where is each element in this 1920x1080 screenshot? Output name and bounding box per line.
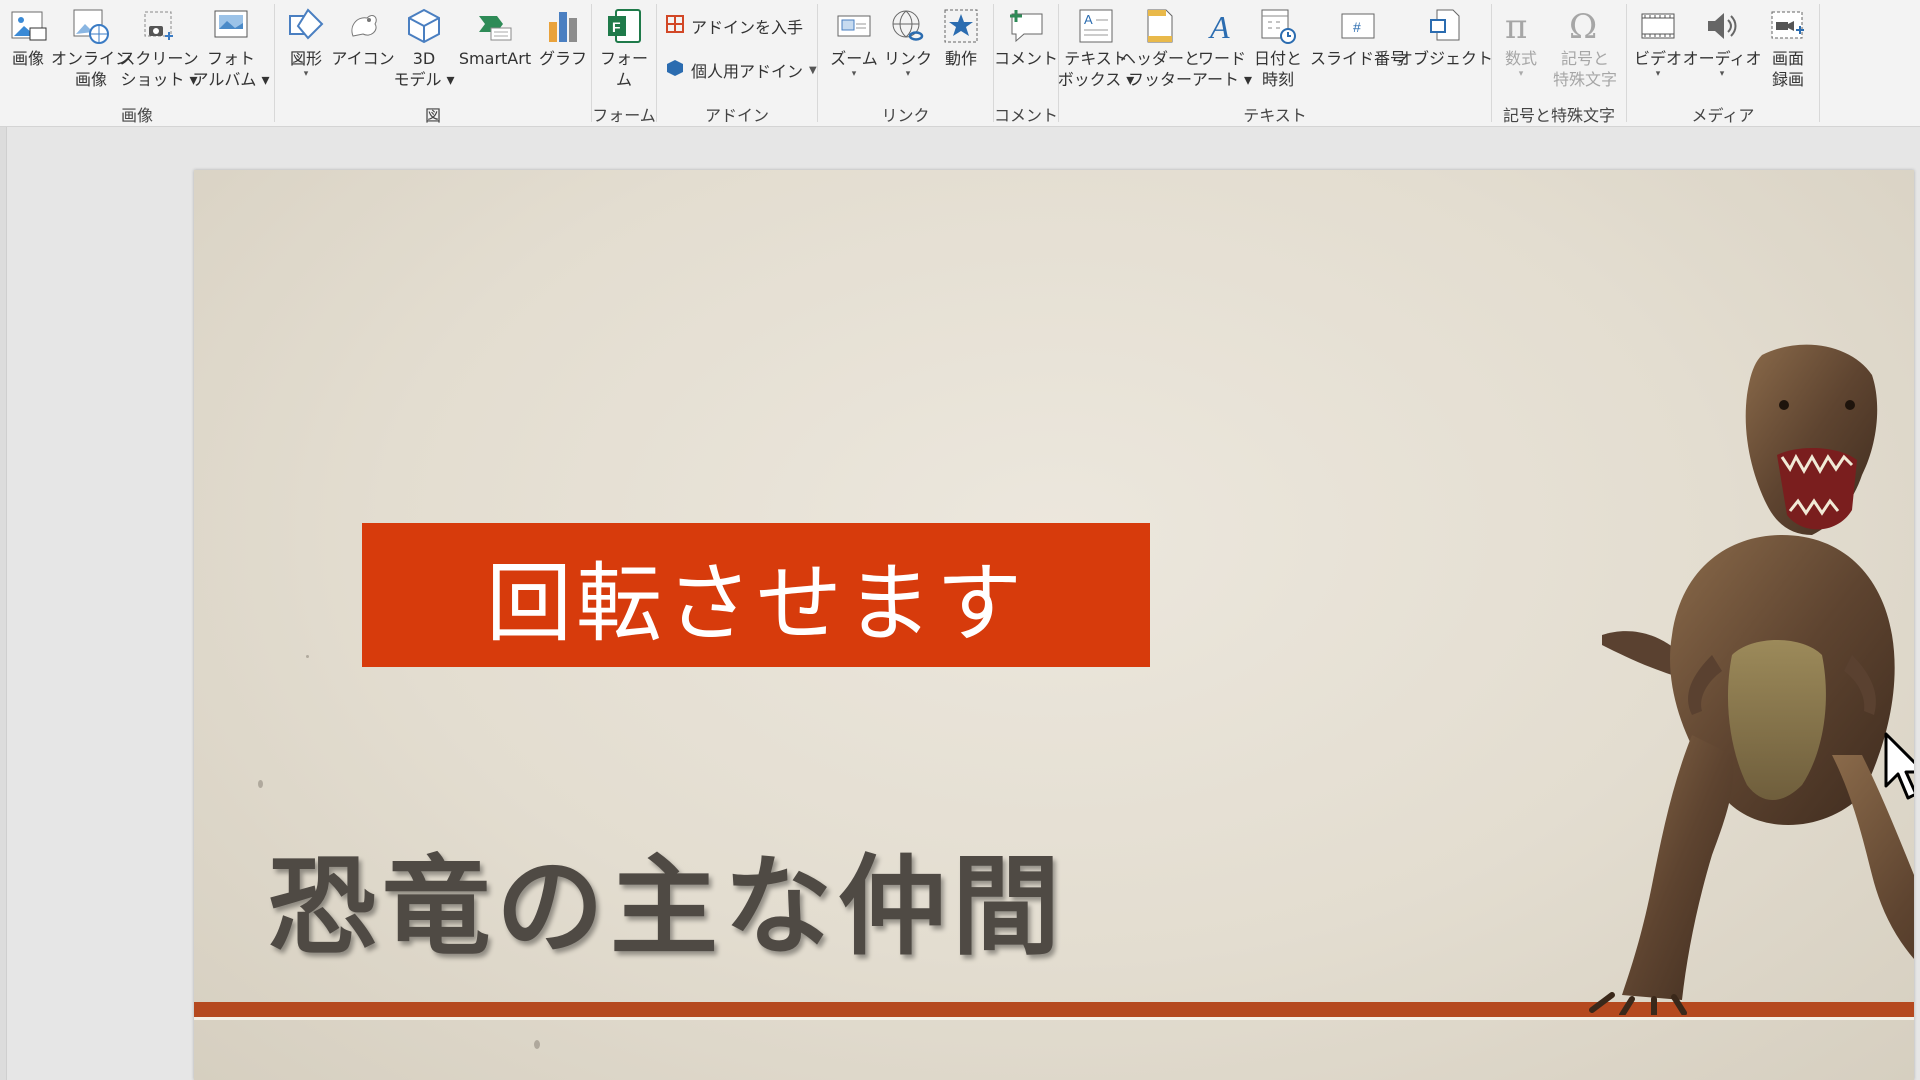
- ribbon-group-text: A テキスト ボックス ▾ ヘッダーと フッター A ワード アート ▾ 日付と…: [1058, 0, 1493, 126]
- screenshot-icon: [137, 4, 181, 48]
- icons-icon: [341, 4, 385, 48]
- slide-number-icon: #: [1336, 4, 1380, 48]
- get-addins-icon: [665, 14, 685, 38]
- object-icon: [1423, 4, 1467, 48]
- group-label-comments: コメント: [994, 106, 1059, 125]
- equation-icon: π: [1499, 4, 1543, 48]
- comment-icon: [1004, 4, 1048, 48]
- ribbon-group-media: ビデオ ▾ オーディオ ▾ 画面 録画 メディア: [1627, 0, 1819, 126]
- audio-button[interactable]: オーディオ ▾: [1683, 4, 1761, 79]
- group-label-illustrations: 図: [424, 106, 441, 125]
- ribbon-group-forms: F フォー ム フォーム: [592, 0, 656, 126]
- paper-speck: [534, 1040, 540, 1049]
- video-icon: [1636, 4, 1680, 48]
- photo-album-icon: [209, 4, 253, 48]
- datetime-icon: [1256, 4, 1300, 48]
- header-footer-icon: [1138, 4, 1182, 48]
- shapes-icon: [284, 4, 328, 48]
- slide-canvas[interactable]: 回転させます 恐竜の主な仲間: [194, 170, 1914, 1080]
- insert-ribbon: 画像 オンライン 画像 スクリーン ショット ▾ フォト アルバム ▾ 画像 図…: [0, 0, 1920, 127]
- group-label-symbols: 記号と特殊文字: [1502, 106, 1615, 125]
- ribbon-group-images: 画像 オンライン 画像 スクリーン ショット ▾ フォト アルバム ▾ 画像: [0, 0, 274, 126]
- textbox-button[interactable]: A テキスト ボックス ▾: [1058, 4, 1134, 90]
- forms-icon: F: [602, 4, 646, 48]
- ribbon-group-links: ズーム ▾ リンク ▾ 動作 リンク: [818, 0, 993, 126]
- my-addins-icon: [665, 58, 685, 82]
- zoom-icon: [832, 4, 876, 48]
- online-image-button[interactable]: オンライン 画像: [51, 4, 131, 90]
- screenshot-button[interactable]: スクリーン ショット ▾: [119, 4, 199, 90]
- symbol-button[interactable]: Ω 記号と 特殊文字: [1548, 4, 1622, 90]
- divider-line: [194, 1017, 1914, 1020]
- image-icon: [6, 4, 50, 48]
- 3d-model-dinosaur[interactable]: [1562, 335, 1914, 1015]
- chart-icon: [541, 4, 585, 48]
- chart-button[interactable]: グラフ: [538, 4, 588, 69]
- icons-button[interactable]: アイコン: [331, 4, 395, 69]
- screen-recording-button[interactable]: 画面 録画: [1761, 4, 1815, 90]
- shapes-button[interactable]: 図形 ▾: [281, 4, 331, 79]
- comment-button[interactable]: コメント: [994, 4, 1058, 69]
- smartart-icon: [473, 4, 517, 48]
- audio-icon: [1700, 4, 1744, 48]
- zoom-button[interactable]: ズーム ▾: [826, 4, 882, 79]
- svg-text:Ω: Ω: [1569, 7, 1597, 46]
- link-button[interactable]: リンク ▾: [882, 4, 934, 79]
- image-button[interactable]: 画像: [6, 4, 50, 69]
- photo-album-button[interactable]: フォト アルバム ▾: [193, 4, 269, 90]
- slide-title[interactable]: 恐竜の主な仲間: [268, 820, 1066, 976]
- paper-speck: [306, 655, 309, 658]
- online-image-icon: [69, 4, 113, 48]
- get-addins-button[interactable]: アドインを入手: [665, 14, 803, 38]
- symbol-icon: Ω: [1563, 4, 1607, 48]
- svg-text:A: A: [1208, 9, 1230, 45]
- svg-text:π: π: [1505, 7, 1527, 46]
- ribbon-group-addins: アドインを入手 個人用アドイン ▼ アドイン: [657, 0, 817, 126]
- group-label-links: リンク: [881, 106, 930, 125]
- group-label-text: テキスト: [1243, 106, 1307, 125]
- forms-button[interactable]: F フォー ム: [600, 4, 648, 90]
- mouse-cursor-icon: [1884, 732, 1914, 800]
- video-button[interactable]: ビデオ ▾: [1631, 4, 1685, 79]
- action-icon: [939, 4, 983, 48]
- group-label-images: 画像: [120, 106, 153, 125]
- action-button[interactable]: 動作: [934, 4, 988, 69]
- textbox-icon: A: [1074, 4, 1118, 48]
- 3d-model-icon: [402, 4, 446, 48]
- screen-recording-icon: [1766, 4, 1810, 48]
- group-label-media: メディア: [1691, 106, 1755, 125]
- group-label-forms: フォーム: [592, 106, 656, 125]
- callout-text[interactable]: 回転させます: [486, 533, 1026, 658]
- slide-number-button[interactable]: # スライド番号: [1310, 4, 1406, 69]
- svg-text:F: F: [612, 19, 621, 35]
- equation-button[interactable]: π 数式 ▾: [1496, 4, 1546, 79]
- my-addins-button[interactable]: 個人用アドイン ▼: [665, 58, 817, 82]
- group-label-addins: アドイン: [704, 106, 769, 125]
- header-footer-button[interactable]: ヘッダーと フッター: [1120, 4, 1200, 90]
- link-icon: [886, 4, 930, 48]
- svg-text:A: A: [1084, 12, 1093, 27]
- rotate-callout[interactable]: 回転させます: [362, 523, 1150, 667]
- group-divider: [1819, 4, 1820, 122]
- thumbnail-pane-edge[interactable]: [0, 127, 7, 1080]
- chevron-down-icon: ▼: [809, 64, 817, 76]
- wordart-button[interactable]: A ワード アート ▾: [1192, 4, 1252, 90]
- object-button[interactable]: オブジェクト: [1397, 4, 1493, 69]
- ribbon-group-comments: コメント コメント: [994, 0, 1058, 126]
- datetime-button[interactable]: 日付と 時刻: [1253, 4, 1303, 90]
- paper-speck: [258, 780, 263, 788]
- svg-text:#: #: [1353, 19, 1361, 35]
- ribbon-group-symbols: π 数式 ▾ Ω 記号と 特殊文字 記号と特殊文字: [1492, 0, 1626, 126]
- wordart-icon: A: [1200, 4, 1244, 48]
- ribbon-group-illustrations: 図形 ▾ アイコン 3D モデル ▾ SmartArt グラフ 図: [275, 0, 591, 126]
- smartart-button[interactable]: SmartArt: [450, 4, 540, 69]
- 3d-model-button[interactable]: 3D モデル ▾: [393, 4, 455, 90]
